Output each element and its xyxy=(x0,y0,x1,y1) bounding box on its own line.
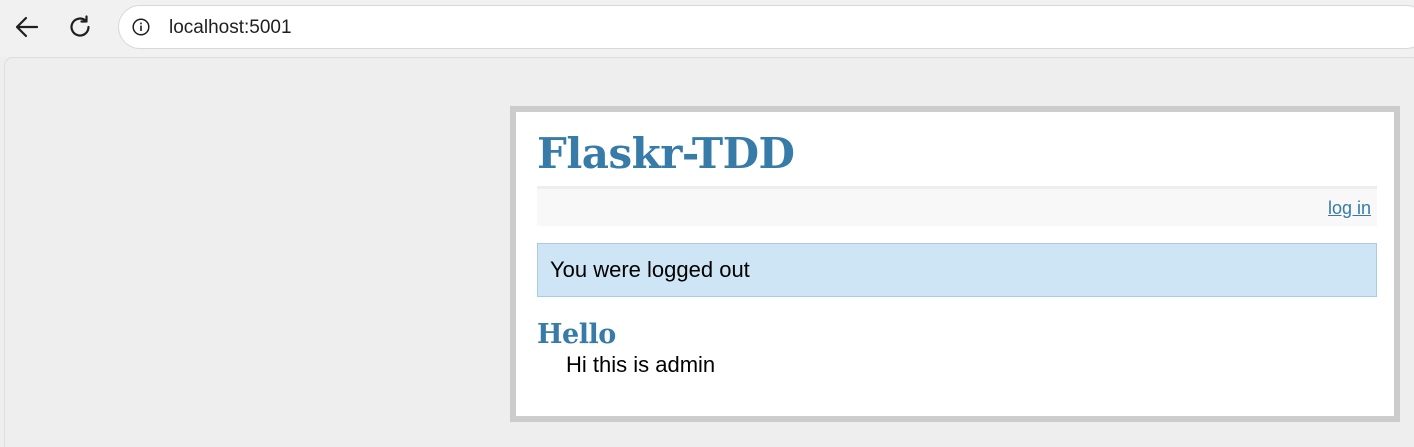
login-link[interactable]: log in xyxy=(1328,197,1371,219)
entry-text: Hi this is admin xyxy=(566,352,716,377)
back-button[interactable] xyxy=(9,9,45,45)
address-bar[interactable]: localhost:5001 xyxy=(118,5,1414,49)
reload-button[interactable] xyxy=(62,9,98,45)
url-text[interactable]: localhost:5001 xyxy=(169,18,292,38)
arrow-left-icon xyxy=(15,16,39,38)
meta-nav: log in xyxy=(537,189,1377,226)
reload-icon xyxy=(70,15,90,37)
page-title: Flaskr-TDD xyxy=(537,129,795,178)
page-container: Flaskr-TDD log in You were logged out He… xyxy=(510,106,1400,422)
entry-title: Hello xyxy=(537,319,616,350)
flash-message: You were logged out xyxy=(537,243,1377,297)
info-circle-icon[interactable] xyxy=(132,18,150,36)
browser-toolbar: localhost:5001 xyxy=(0,0,1414,57)
